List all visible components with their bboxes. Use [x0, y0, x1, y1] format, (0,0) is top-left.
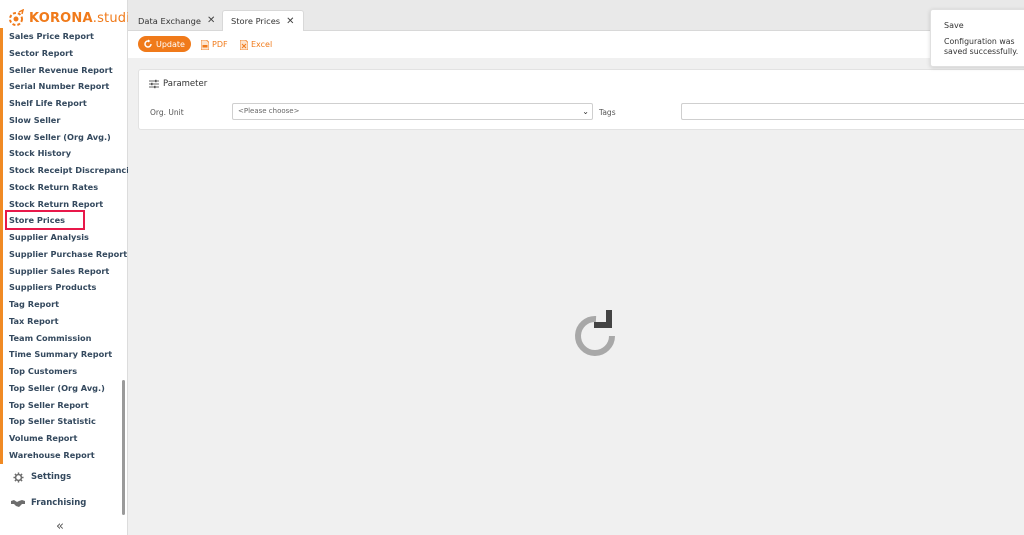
sidebar-item-supplier-analysis[interactable]: Supplier Analysis [0, 229, 124, 246]
update-button[interactable]: Update [138, 36, 191, 52]
sidebar-item-slow-seller-org-avg[interactable]: Slow Seller (Org Avg.) [0, 128, 124, 146]
org-unit-select-value: <Please choose> [238, 107, 300, 115]
sidebar-item-settings-label: Settings [31, 472, 72, 482]
brand-logo[interactable]: KORONA.studio [6, 8, 138, 28]
sidebar-item-supplier-sales-report[interactable]: Supplier Sales Report [0, 262, 124, 280]
refresh-icon [144, 39, 152, 48]
tab-store-prices-label: Store Prices [231, 16, 281, 26]
tab-data-exchange[interactable]: Data Exchange ✕ [130, 10, 223, 31]
sidebar-item-volume-report[interactable]: Volume Report [0, 430, 124, 447]
handshake-icon [9, 498, 27, 508]
save-notification-toast: Save Configuration was saved successfull… [930, 9, 1024, 67]
brand-name: KORONA.studio [29, 11, 138, 26]
sidebar-item-sector-report[interactable]: Sector Report [0, 44, 124, 62]
sidebar-item-shelf-life-report[interactable]: Shelf Life Report [0, 95, 124, 112]
report-toolbar: Update PDF Excel [128, 31, 1024, 58]
sidebar-item-top-seller-report[interactable]: Top Seller Report [0, 396, 124, 414]
update-button-label: Update [156, 39, 185, 49]
gear-icon [9, 471, 27, 483]
parameter-panel: Parameter Org. Unit <Please choose> ⌄ Ta… [138, 69, 1024, 130]
sliders-icon [149, 79, 159, 89]
sidebar-item-stock-return-report[interactable]: Stock Return Report [0, 195, 124, 213]
app-window: KORONA.studio Sales Price Report Sector … [0, 0, 1024, 535]
sidebar-item-team-commission[interactable]: Team Commission [0, 329, 124, 347]
reload-spinner-icon [575, 310, 615, 356]
korona-logo-icon [9, 9, 25, 26]
tab-store-prices[interactable]: Store Prices ✕ [222, 10, 304, 31]
pdf-export-label: PDF [212, 40, 228, 49]
sidebar: KORONA.studio Sales Price Report Sector … [0, 0, 140, 535]
tags-input[interactable] [681, 103, 1024, 120]
pdf-file-icon [201, 39, 209, 50]
sidebar-item-supplier-purchase-report[interactable]: Supplier Purchase Report [0, 245, 127, 263]
sidebar-item-top-seller-org-avg[interactable]: Top Seller (Org Avg.) [0, 379, 124, 397]
report-menu-list: Sales Price Report Sector Report Seller … [0, 28, 140, 464]
parameter-heading: Parameter [149, 79, 207, 89]
sidebar-item-top-customers[interactable]: Top Customers [0, 363, 124, 380]
excel-export-button[interactable]: Excel [240, 38, 272, 51]
sidebar-scrollbar[interactable] [122, 380, 125, 515]
close-icon[interactable]: ✕ [286, 16, 294, 27]
org-unit-label: Org. Unit [150, 108, 184, 117]
sidebar-item-serial-number-report[interactable]: Serial Number Report [0, 78, 124, 95]
sidebar-item-slow-seller[interactable]: Slow Seller [0, 111, 124, 129]
sidebar-item-suppliers-products[interactable]: Suppliers Products [0, 279, 124, 296]
brand-name-bold: KORONA [29, 10, 93, 26]
sidebar-item-tax-report[interactable]: Tax Report [0, 312, 124, 330]
chevron-down-icon: ⌄ [582, 107, 589, 116]
sidebar-item-time-summary-report[interactable]: Time Summary Report [0, 346, 124, 363]
tab-bar: Data Exchange ✕ Store Prices ✕ [128, 0, 1024, 31]
sidebar-item-stock-receipt-discrepancies[interactable]: Stock Receipt Discrepancies [0, 162, 140, 179]
pdf-export-button[interactable]: PDF [201, 38, 228, 51]
sidebar-item-store-prices[interactable]: Store Prices [0, 212, 124, 229]
org-unit-select[interactable]: <Please choose> ⌄ [232, 103, 593, 120]
sidebar-item-settings[interactable]: Settings [0, 466, 124, 488]
tab-data-exchange-label: Data Exchange [138, 15, 201, 26]
toast-message: Configuration was saved successfully. [944, 37, 1019, 56]
sidebar-item-stock-history[interactable]: Stock History [0, 145, 124, 162]
sidebar-item-stock-return-rates[interactable]: Stock Return Rates [0, 178, 124, 196]
close-icon[interactable]: ✕ [207, 15, 215, 26]
sidebar-item-top-seller-statistic[interactable]: Top Seller Statistic [0, 413, 124, 430]
toast-title: Save [944, 21, 964, 30]
sidebar-item-warehouse-report[interactable]: Warehouse Report [0, 446, 124, 464]
sidebar-item-franchising-label: Franchising [31, 498, 87, 508]
sidebar-item-seller-revenue-report[interactable]: Seller Revenue Report [0, 61, 124, 79]
parameter-title: Parameter [163, 79, 208, 89]
sidebar-item-franchising[interactable]: Franchising [0, 492, 124, 514]
excel-export-label: Excel [251, 40, 273, 49]
tags-label: Tags [599, 108, 616, 117]
report-content: Parameter Org. Unit <Please choose> ⌄ Ta… [128, 58, 1024, 535]
excel-file-icon [240, 39, 248, 50]
collapse-sidebar-icon[interactable]: « [56, 519, 64, 534]
sidebar-item-sales-price-report[interactable]: Sales Price Report [0, 28, 124, 45]
sidebar-item-tag-report[interactable]: Tag Report [0, 296, 124, 313]
